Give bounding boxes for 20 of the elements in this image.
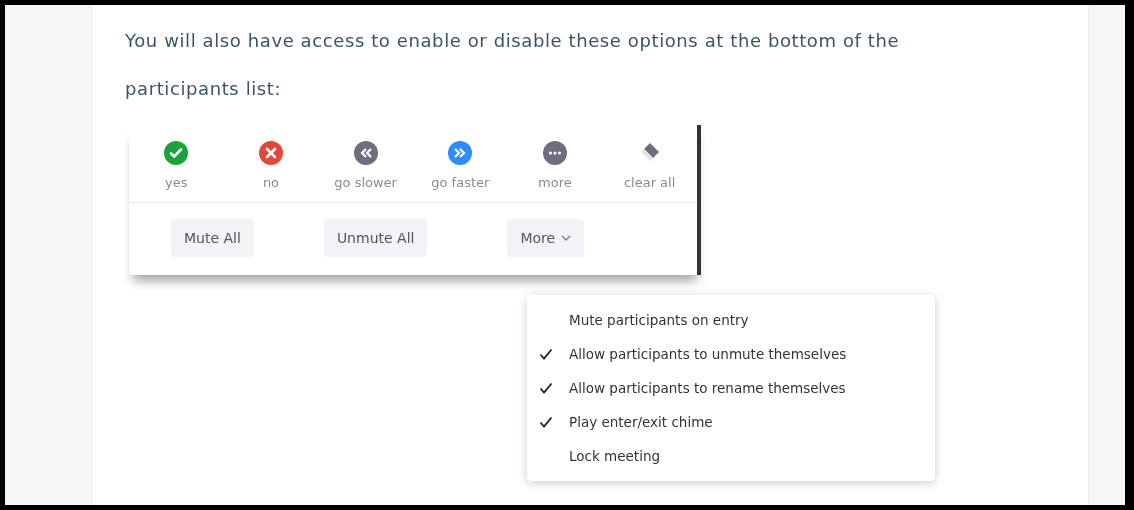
reaction-label: yes bbox=[165, 175, 188, 190]
panel-button[interactable]: Mute All bbox=[171, 219, 254, 257]
ellipsis-icon[interactable] bbox=[542, 141, 567, 165]
menu-item[interactable]: Lock meeting bbox=[527, 439, 935, 473]
panel-button[interactable]: More bbox=[507, 219, 585, 257]
rewind-icon[interactable] bbox=[353, 141, 378, 165]
menu-item[interactable]: Allow participants to unmute themselves bbox=[527, 337, 935, 371]
check-icon[interactable] bbox=[164, 141, 189, 165]
panel-button[interactable]: Unmute All bbox=[323, 219, 428, 257]
reaction-label: more bbox=[538, 175, 572, 190]
menu-item[interactable]: Mute participants on entry bbox=[527, 303, 935, 337]
cross-icon[interactable] bbox=[259, 141, 283, 165]
fast-forward-icon[interactable] bbox=[448, 141, 473, 165]
menu-item[interactable]: Allow participants to rename themselves bbox=[527, 371, 935, 405]
reaction-label: go slower bbox=[334, 175, 397, 190]
reaction-label: clear all bbox=[623, 175, 676, 190]
reaction-label: no bbox=[262, 175, 280, 190]
instruction-text: You will also have access to enable or disable these options at the bottom of the participants list: bbox=[125, 29, 901, 101]
reaction-label: go faster bbox=[431, 175, 490, 190]
menu-item[interactable]: Play enter/exit chime bbox=[527, 405, 935, 439]
